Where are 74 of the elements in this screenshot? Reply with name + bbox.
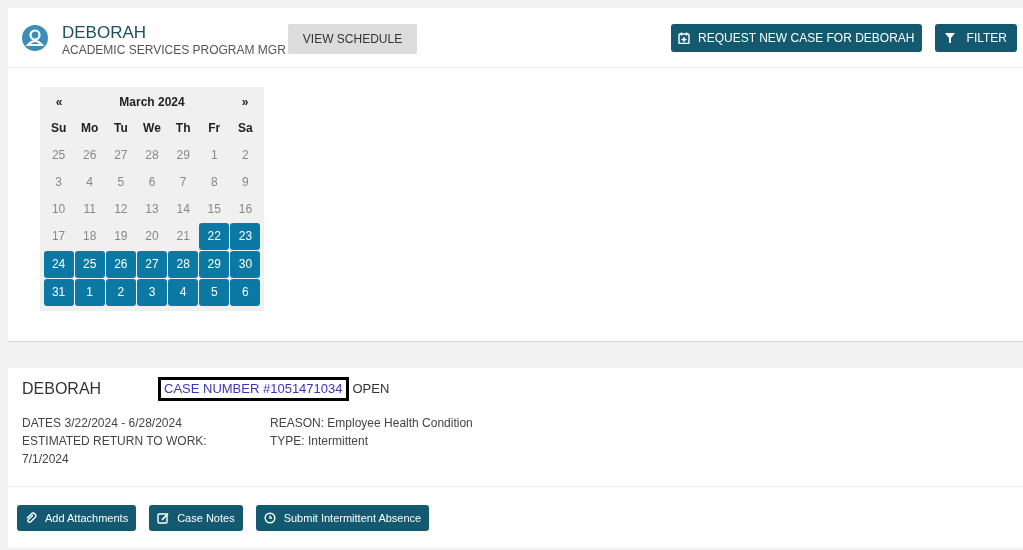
weekday-label: We bbox=[142, 119, 162, 137]
weekday-label: Tu bbox=[112, 119, 129, 137]
weekday-label: Fr bbox=[207, 119, 222, 137]
weekday-label: Su bbox=[49, 119, 68, 137]
calendar-day[interactable]: 3 bbox=[43, 168, 75, 195]
calendar-day[interactable]: 23 bbox=[230, 222, 261, 250]
calendar-day[interactable]: 6 bbox=[230, 278, 261, 306]
calendar-day[interactable]: 26 bbox=[105, 250, 136, 278]
calendar-day[interactable]: 24 bbox=[43, 250, 74, 278]
employee-role: ACADEMIC SERVICES PROGRAM MGR bbox=[62, 42, 286, 57]
employee-name: DEBORAH bbox=[62, 22, 148, 43]
calendar-day[interactable]: 5 bbox=[105, 168, 137, 195]
edit-icon bbox=[157, 512, 170, 524]
view-schedule-button[interactable]: VIEW SCHEDULE bbox=[287, 24, 418, 54]
calendar-day[interactable]: 8 bbox=[198, 168, 230, 195]
next-month-button[interactable]: » bbox=[229, 93, 261, 111]
paperclip-icon bbox=[25, 512, 37, 524]
calendar-day[interactable]: 20 bbox=[136, 222, 168, 249]
filter-icon bbox=[944, 32, 955, 43]
employee-name: DEBORAH bbox=[22, 379, 103, 399]
calendar-day[interactable]: 19 bbox=[105, 222, 137, 249]
calendar-day[interactable]: 28 bbox=[168, 250, 199, 278]
calendar-day[interactable]: 11 bbox=[74, 195, 106, 222]
previous-month-button[interactable]: « bbox=[43, 93, 75, 111]
calendar-day[interactable]: 1 bbox=[198, 141, 230, 168]
weekday-label: Sa bbox=[237, 119, 254, 137]
calendar-day[interactable]: 16 bbox=[229, 195, 261, 222]
calendar-day[interactable]: 4 bbox=[168, 278, 199, 306]
calendar-day[interactable]: 5 bbox=[199, 278, 230, 306]
calendar-day[interactable]: 12 bbox=[105, 195, 137, 222]
case-number-link[interactable]: CASE NUMBER #1051471034 bbox=[158, 377, 349, 401]
calendar-day[interactable]: 2 bbox=[229, 141, 261, 168]
return-date: 7/1/2024 bbox=[22, 451, 70, 468]
case-dates: DATES 3/22/2024 - 6/28/2024 bbox=[22, 415, 183, 432]
case-status: OPEN bbox=[352, 380, 390, 399]
calendar-day[interactable]: 6 bbox=[136, 168, 168, 195]
calendar-day[interactable]: 25 bbox=[74, 250, 105, 278]
calendar-day[interactable]: 7 bbox=[167, 168, 199, 195]
calendar-day[interactable]: 17 bbox=[43, 222, 75, 249]
calendar-day[interactable]: 27 bbox=[136, 250, 168, 278]
case-reason: REASON: Employee Health Condition bbox=[270, 415, 473, 432]
submit-absence-button[interactable]: Submit Intermittent Absence bbox=[255, 505, 430, 531]
case-notes-button[interactable]: Case Notes bbox=[149, 505, 243, 531]
calendar-day[interactable]: 29 bbox=[199, 250, 230, 278]
calendar-day[interactable]: 29 bbox=[167, 141, 199, 168]
clock-icon bbox=[263, 512, 276, 524]
calendar-day[interactable]: 14 bbox=[167, 195, 199, 222]
calendar-day[interactable]: 3 bbox=[136, 278, 168, 306]
month-title: March 2024 bbox=[118, 94, 186, 111]
calendar-day[interactable]: 2 bbox=[105, 278, 136, 306]
calendar-day[interactable]: 22 bbox=[199, 222, 230, 250]
calendar-day[interactable]: 13 bbox=[136, 195, 168, 222]
calendar-day[interactable]: 21 bbox=[167, 222, 199, 249]
user-avatar-icon bbox=[22, 24, 48, 51]
filter-button[interactable]: FILTER bbox=[934, 23, 1017, 52]
calendar-day[interactable]: 18 bbox=[74, 222, 106, 249]
return-label: ESTIMATED RETURN TO WORK: bbox=[22, 433, 208, 450]
calendar-day[interactable]: 9 bbox=[229, 168, 261, 195]
weekday-label: Mo bbox=[80, 119, 100, 137]
calendar-day[interactable]: 4 bbox=[74, 168, 106, 195]
calendar-day[interactable]: 15 bbox=[198, 195, 230, 222]
calendar-day[interactable]: 26 bbox=[74, 141, 106, 168]
calendar-day[interactable]: 27 bbox=[105, 141, 137, 168]
request-new-case-button[interactable]: REQUEST NEW CASE FOR DEBORAH bbox=[671, 23, 922, 52]
calendar-plus-icon bbox=[678, 31, 691, 44]
calendar-day[interactable]: 31 bbox=[43, 278, 74, 306]
calendar-day[interactable]: 1 bbox=[74, 278, 105, 306]
weekday-label: Th bbox=[174, 119, 192, 137]
case-type: TYPE: Intermittent bbox=[270, 433, 370, 450]
calendar-day[interactable]: 10 bbox=[43, 195, 75, 222]
calendar-day[interactable]: 28 bbox=[136, 141, 168, 168]
add-attachments-button[interactable]: Add Attachments bbox=[17, 505, 137, 531]
calendar-day[interactable]: 25 bbox=[43, 141, 75, 168]
calendar-day[interactable]: 30 bbox=[230, 250, 261, 278]
